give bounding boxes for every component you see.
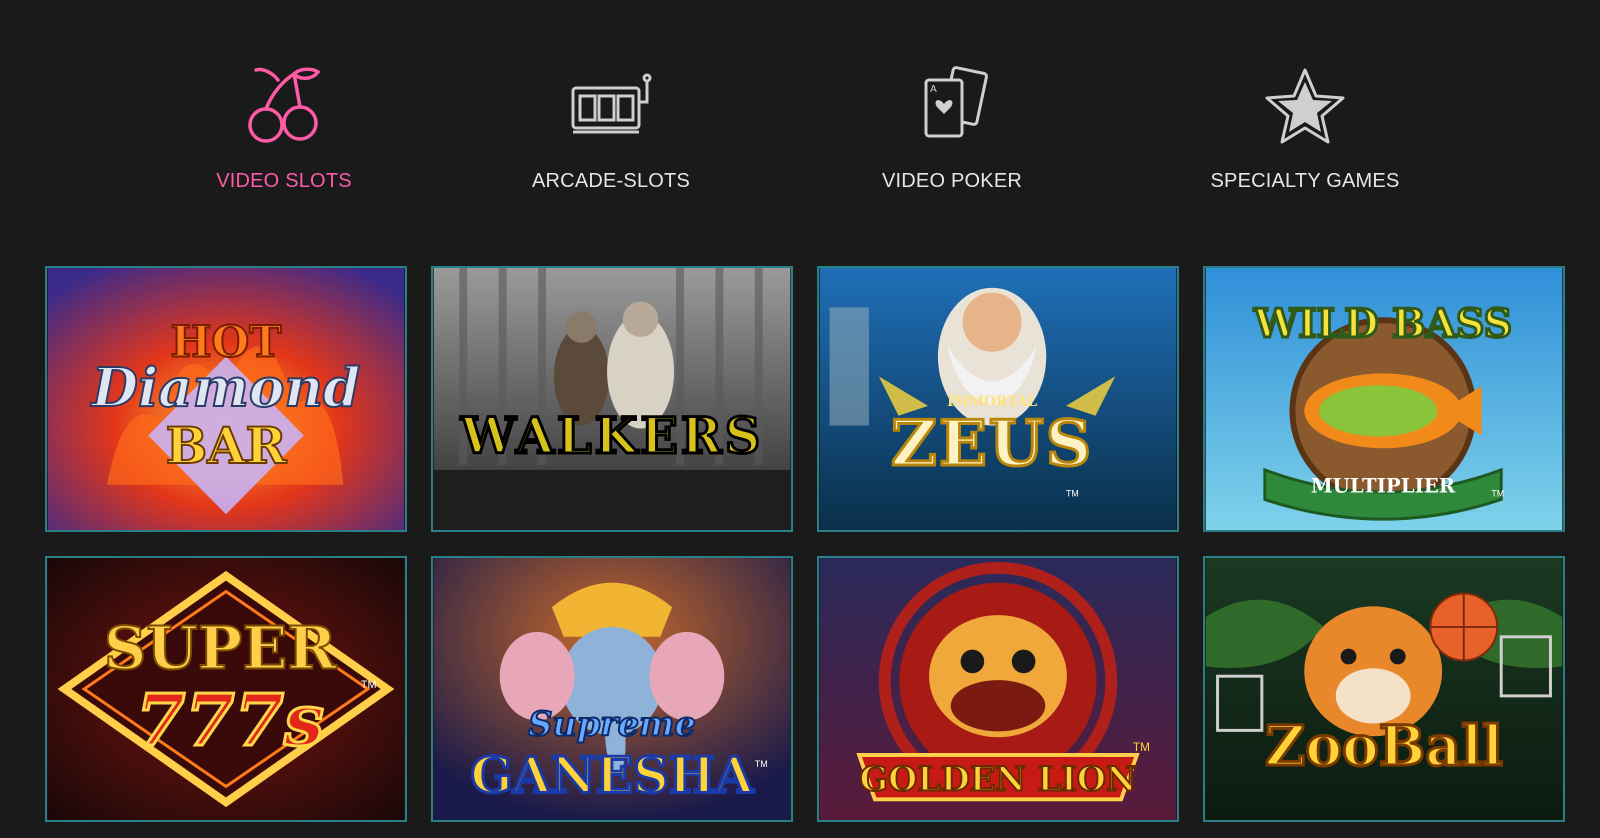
game-title-line1: Supreme bbox=[528, 704, 696, 743]
tab-label: ARCADE-SLOTS bbox=[532, 170, 690, 192]
game-artwork: Supreme GANESHA TM bbox=[433, 558, 791, 820]
tab-video-poker[interactable]: A VIDEO POKER bbox=[832, 58, 1072, 208]
game-title: GOLDEN LION bbox=[860, 759, 1137, 798]
trademark: TM bbox=[1491, 489, 1504, 499]
svg-text:A: A bbox=[930, 84, 937, 95]
game-artwork: SUPER 777s TM bbox=[47, 558, 405, 820]
playing-cards-icon: A bbox=[924, 66, 988, 138]
game-artwork: WILD BASS MULTIPLIER TM bbox=[1205, 268, 1563, 530]
game-title-line1: SUPER bbox=[104, 613, 338, 682]
tab-label: SPECIALTY GAMES bbox=[1210, 170, 1400, 192]
tab-label: VIDEO POKER bbox=[881, 170, 1022, 192]
game-artwork: HOT Diamond BAR bbox=[47, 268, 405, 530]
game-tile-supreme-ganesha[interactable]: Supreme GANESHA TM bbox=[431, 556, 793, 822]
trademark: TM bbox=[755, 759, 768, 769]
slot-machine-icon bbox=[571, 73, 652, 134]
game-title-line2: 777s bbox=[136, 678, 324, 762]
game-title-line2: Diamond bbox=[90, 356, 360, 419]
game-tile-immortal-zeus[interactable]: IMMORTAL ZEUS TM bbox=[817, 266, 1179, 532]
game-title: WALKERS bbox=[460, 407, 763, 465]
game-title-line1: WILD BASS bbox=[1253, 301, 1512, 347]
game-title-line2: GANESHA bbox=[470, 746, 754, 804]
game-title-line2: ZEUS bbox=[891, 406, 1093, 480]
game-tile-wild-bass-multiplier[interactable]: WILD BASS MULTIPLIER TM bbox=[1203, 266, 1565, 532]
game-artwork: ZooBall bbox=[1205, 558, 1563, 820]
game-lobby: VIDEO SLOTS ARCADE-SLOTS A VIDEO POKER S… bbox=[0, 0, 1600, 838]
game-artwork: GOLDEN LION TM bbox=[819, 558, 1177, 820]
game-title-line3: BAR bbox=[166, 417, 288, 475]
game-tile-golden-lion[interactable]: GOLDEN LION TM bbox=[817, 556, 1179, 822]
game-tile-walkers[interactable]: WALKERS bbox=[431, 266, 793, 532]
tab-video-slots[interactable]: VIDEO SLOTS bbox=[164, 58, 404, 208]
trademark: TM bbox=[1133, 740, 1150, 754]
game-tile-hot-diamond-bar[interactable]: HOT Diamond BAR bbox=[45, 266, 407, 532]
cherry-icon bbox=[248, 67, 321, 143]
game-title-line2: MULTIPLIER bbox=[1311, 475, 1456, 498]
tab-specialty-games[interactable]: SPECIALTY GAMES bbox=[1185, 58, 1425, 208]
tab-arcade-slots[interactable]: ARCADE-SLOTS bbox=[491, 58, 731, 208]
category-nav: VIDEO SLOTS ARCADE-SLOTS A VIDEO POKER S… bbox=[0, 58, 1600, 208]
game-tile-zooball[interactable]: ZooBall bbox=[1203, 556, 1565, 822]
game-artwork: WALKERS bbox=[433, 268, 791, 530]
game-title: ZooBall bbox=[1265, 714, 1503, 779]
trademark: TM bbox=[1066, 489, 1079, 499]
game-artwork: IMMORTAL ZEUS TM bbox=[819, 268, 1177, 530]
game-tile-super-777s[interactable]: SUPER 777s TM bbox=[45, 556, 407, 822]
star-icon bbox=[1265, 68, 1345, 144]
tab-label: VIDEO SLOTS bbox=[216, 170, 352, 192]
trademark: TM bbox=[361, 679, 377, 691]
